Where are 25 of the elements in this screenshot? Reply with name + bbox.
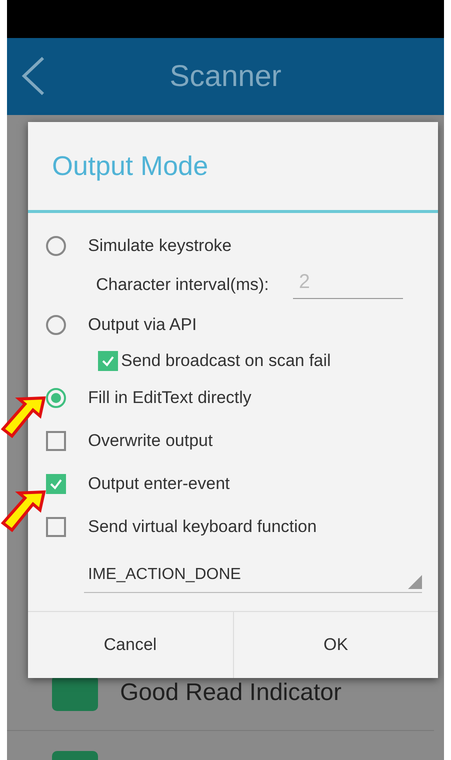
back-icon[interactable] (21, 56, 45, 96)
radio-button[interactable] (46, 388, 66, 408)
dropdown[interactable]: IME_ACTION_DONE (84, 558, 422, 593)
radio-button[interactable] (46, 236, 66, 256)
dialog-button[interactable]: Cancel (28, 612, 232, 678)
dropdown-arrow-icon (408, 575, 422, 589)
checkbox[interactable] (46, 430, 66, 450)
radio-button[interactable] (46, 314, 66, 334)
setting-label: Good Read Indicator (120, 678, 342, 706)
arrow-icon (0, 396, 46, 440)
option-label: Send virtual keyboard function (88, 516, 317, 536)
option-label: Overwrite output (88, 430, 213, 450)
screen-title: Scanner (168, 60, 282, 94)
option-label: Simulate keystroke (88, 236, 232, 256)
dialog-title: Output Mode (28, 122, 438, 213)
option-label: Output enter-event (88, 474, 230, 494)
checkbox[interactable] (98, 351, 118, 371)
dialog-button[interactable]: OK (232, 612, 438, 678)
arrow-icon (0, 490, 46, 534)
option-label: Fill in EditText directly (88, 388, 252, 408)
field-label: Character interval(ms): (96, 275, 269, 295)
checkbox[interactable] (46, 516, 66, 536)
checkbox[interactable] (46, 474, 66, 494)
option-label: Output via API (88, 314, 197, 334)
option-label: Send broadcast on scan fail (121, 351, 331, 371)
